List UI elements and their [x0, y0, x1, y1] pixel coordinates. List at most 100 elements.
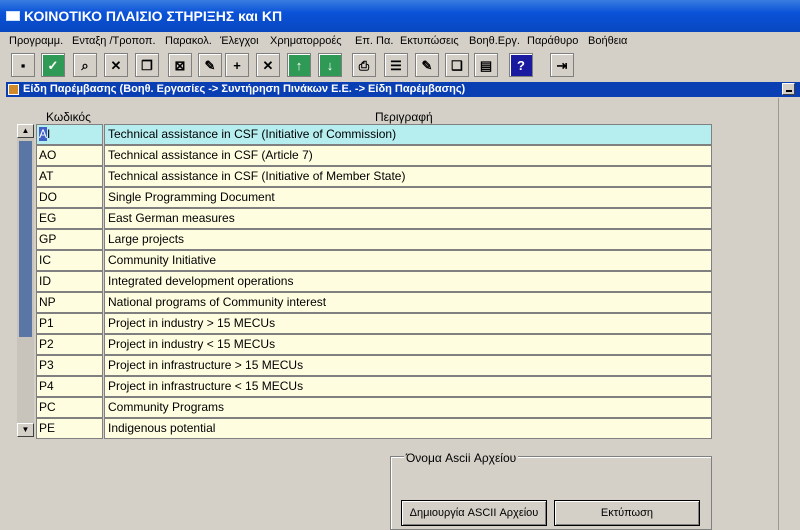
scroll-down-arrow-icon[interactable]: ▼: [17, 423, 34, 437]
description-cell[interactable]: Technical assistance in CSF (Initiative …: [104, 124, 712, 145]
table-row[interactable]: PC Community Programs: [36, 397, 712, 418]
description-cell[interactable]: Large projects: [104, 229, 712, 250]
description-cell[interactable]: Technical assistance in CSF (Article 7): [104, 145, 712, 166]
code-cell[interactable]: IC: [36, 250, 103, 271]
check-button[interactable]: ✓: [41, 53, 65, 77]
table-row[interactable]: AT Technical assistance in CSF (Initiativ…: [36, 166, 712, 187]
code-cell[interactable]: EG: [36, 208, 103, 229]
column-header-description: Περιγραφή: [375, 110, 433, 124]
exit-door-button[interactable]: ⇥: [550, 53, 574, 77]
code-cell[interactable]: P1: [36, 313, 103, 334]
minimize-icon: [785, 90, 792, 92]
edit-pencil-icon: ✎: [204, 57, 216, 73]
code-cell[interactable]: AI: [36, 124, 103, 145]
document-icon: ❏: [451, 57, 463, 73]
find-button[interactable]: ⌕: [73, 53, 97, 77]
scroll-up-arrow-icon[interactable]: ▲: [17, 124, 34, 138]
description-cell[interactable]: East German measures: [104, 208, 712, 229]
arrow-up-button[interactable]: ↑: [287, 53, 311, 77]
table-row[interactable]: GP Large projects: [36, 229, 712, 250]
menu-inclusion-modification[interactable]: Ενταξη /Τροποπ.: [72, 35, 156, 47]
description-cell[interactable]: Technical assistance in CSF (Initiative …: [104, 166, 712, 187]
save-disk-button[interactable]: ▪: [11, 53, 35, 77]
clear-icon: ✕: [110, 57, 122, 73]
code-cell[interactable]: PE: [36, 418, 103, 439]
text-remainder: I: [47, 127, 51, 141]
menu-ep-pa[interactable]: Επ. Πα.: [355, 35, 393, 47]
create-ascii-file-button[interactable]: Δημιουργία ASCII Αρχείου: [401, 500, 547, 526]
table-row[interactable]: IC Community Initiative: [36, 250, 712, 271]
description-cell[interactable]: Single Programming Document: [104, 187, 712, 208]
scroll-thumb[interactable]: [19, 141, 32, 337]
menu-window[interactable]: Παράθυρο: [527, 35, 578, 47]
table-row[interactable]: ID Integrated development operations: [36, 271, 712, 292]
code-cell[interactable]: P2: [36, 334, 103, 355]
copy-icon: ❐: [141, 57, 153, 73]
menu-programming[interactable]: Προγραμμ.: [9, 35, 63, 47]
title-bar: ΚΟΙΝΟΤΙΚΟ ΠΛΑΙΣΙΟ ΣΤΗΡΙΞΗΣ και ΚΠ: [0, 0, 800, 32]
delete-record-button[interactable]: ✕: [256, 53, 280, 77]
menu-monitoring[interactable]: Παρακολ.: [165, 35, 212, 47]
menu-checks[interactable]: Έλεγχοι: [220, 35, 259, 47]
table-row[interactable]: EG East German measures: [36, 208, 712, 229]
edit-note-button[interactable]: ✎: [415, 53, 439, 77]
description-cell[interactable]: Community Programs: [104, 397, 712, 418]
table-row[interactable]: PE Indigenous potential: [36, 418, 712, 439]
code-cell[interactable]: GP: [36, 229, 103, 250]
document-button[interactable]: ❏: [445, 53, 469, 77]
list-button[interactable]: ☰: [384, 53, 408, 77]
code-cell[interactable]: P4: [36, 376, 103, 397]
code-cell[interactable]: AO: [36, 145, 103, 166]
description-cell[interactable]: Project in industry < 15 MECUs: [104, 334, 712, 355]
description-cell[interactable]: Project in infrastructure > 15 MECUs: [104, 355, 712, 376]
description-cell[interactable]: Integrated development operations: [104, 271, 712, 292]
code-cell[interactable]: NP: [36, 292, 103, 313]
description-cell[interactable]: Indigenous potential: [104, 418, 712, 439]
query-button[interactable]: ⊠: [168, 53, 192, 77]
description-cell[interactable]: Community Initiative: [104, 250, 712, 271]
arrow-down-button[interactable]: ↓: [318, 53, 342, 77]
code-cell[interactable]: ID: [36, 271, 103, 292]
menu-cash-flows[interactable]: Χρηματορροές: [270, 35, 342, 47]
description-cell[interactable]: National programs of Community interest: [104, 292, 712, 313]
table-row[interactable]: NP National programs of Community interes…: [36, 292, 712, 313]
clipboard-button[interactable]: ▤: [474, 53, 498, 77]
add-record-button[interactable]: +: [225, 53, 249, 77]
print-button[interactable]: Εκτύπωση: [554, 500, 700, 526]
form-icon: [8, 84, 19, 95]
column-header-code: Κωδικός: [46, 110, 91, 124]
right-pane: [778, 98, 800, 530]
description-cell[interactable]: Project in infrastructure < 15 MECUs: [104, 376, 712, 397]
arrow-down-icon: ↓: [326, 57, 334, 73]
table-row[interactable]: P1 Project in industry > 15 MECUs: [36, 313, 712, 334]
code-cell[interactable]: DO: [36, 187, 103, 208]
print-icon: ⎙: [358, 57, 370, 73]
edit-pencil-button[interactable]: ✎: [198, 53, 222, 77]
menu-aux-tasks[interactable]: Βοηθ.Εργ.: [469, 35, 520, 47]
code-cell[interactable]: P3: [36, 355, 103, 376]
menu-help[interactable]: Βοήθεια: [588, 35, 627, 47]
table-row[interactable]: P3 Project in infrastructure > 15 MECUs: [36, 355, 712, 376]
vertical-scrollbar[interactable]: ▲ ▼: [17, 124, 34, 437]
code-cell[interactable]: AT: [36, 166, 103, 187]
minimize-button[interactable]: [782, 83, 795, 95]
list-icon: ☰: [390, 57, 402, 73]
print-button[interactable]: ⎙: [352, 53, 376, 77]
help-button[interactable]: ?: [509, 53, 533, 77]
query-icon: ⊠: [174, 57, 186, 73]
check-icon: ✓: [47, 57, 59, 73]
window-icon[interactable]: [6, 11, 20, 21]
table-row[interactable]: AO Technical assistance in CSF (Article 7…: [36, 145, 712, 166]
help-icon: ?: [517, 57, 525, 73]
table-row[interactable]: P4 Project in infrastructure < 15 MECUs: [36, 376, 712, 397]
code-cell[interactable]: PC: [36, 397, 103, 418]
child-window-title: Είδη Παρέμβασης (Βοηθ. Εργασίες -> Συντή…: [23, 83, 466, 95]
table-row[interactable]: AI Technical assistance in CSF (Initiativ…: [36, 124, 712, 145]
table-row[interactable]: DO Single Programming Document: [36, 187, 712, 208]
description-cell[interactable]: Project in industry > 15 MECUs: [104, 313, 712, 334]
table-row[interactable]: P2 Project in industry < 15 MECUs: [36, 334, 712, 355]
text-selection: A: [39, 127, 48, 141]
copy-button[interactable]: ❐: [135, 53, 159, 77]
clear-button[interactable]: ✕: [104, 53, 128, 77]
menu-printouts[interactable]: Εκτυπώσεις: [400, 35, 459, 47]
